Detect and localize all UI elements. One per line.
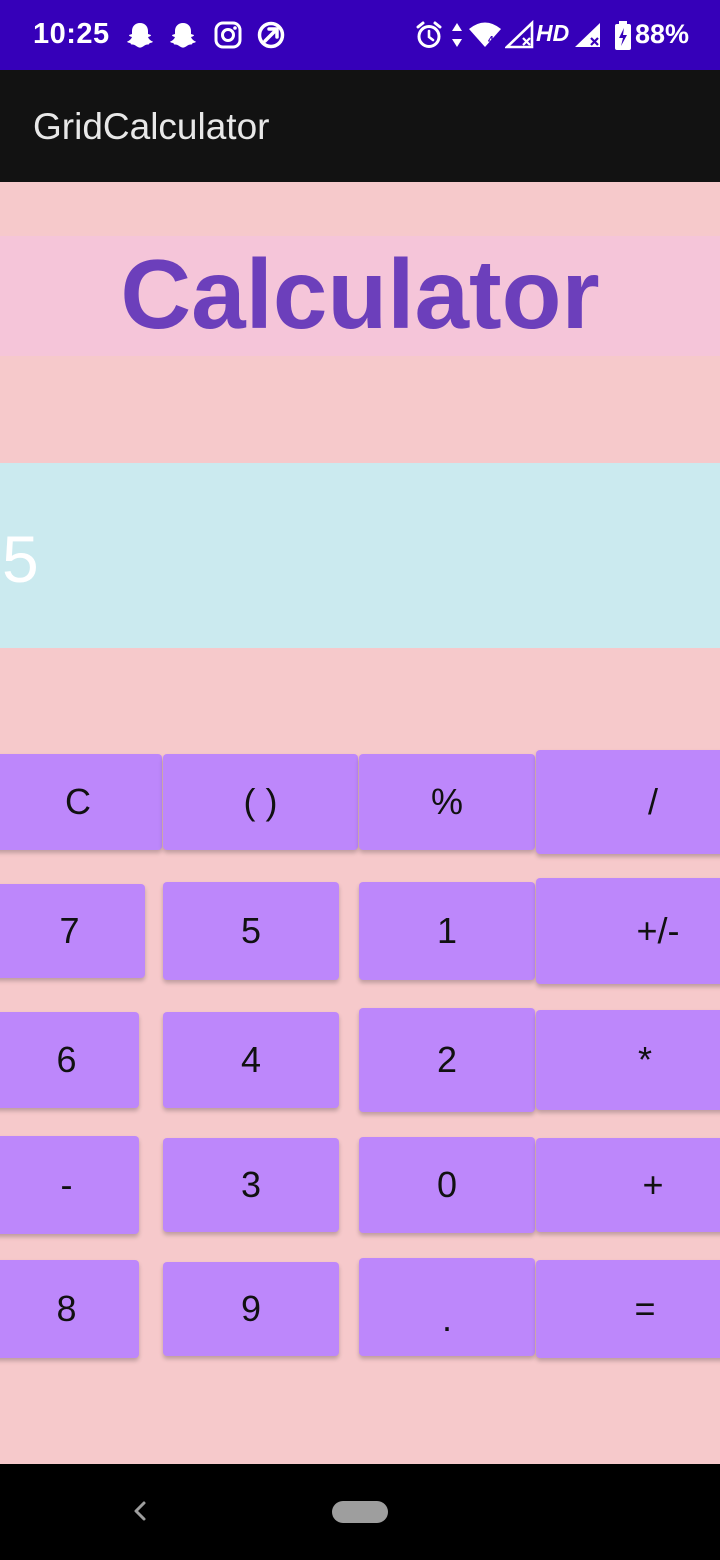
svg-text:4: 4 <box>488 35 494 46</box>
status-bar: 10:25 4 HD 88% <box>0 0 720 70</box>
signal-icon <box>573 20 603 50</box>
key-9[interactable]: 9 <box>163 1262 339 1356</box>
key-6[interactable]: 6 <box>0 1012 139 1108</box>
calculator-heading: Calculator <box>120 239 600 349</box>
snapchat-icon <box>168 20 198 50</box>
key-divide[interactable]: / <box>536 750 720 854</box>
key-5[interactable]: 5 <box>163 882 339 980</box>
app-bar: GridCalculator <box>0 70 720 182</box>
instagram-icon <box>213 20 243 50</box>
key-equals[interactable]: = <box>536 1260 720 1358</box>
home-pill-icon[interactable] <box>332 1501 388 1523</box>
title-band: Calculator <box>0 236 720 356</box>
key-4[interactable]: 4 <box>163 1012 339 1108</box>
key-multiply[interactable]: * <box>536 1010 720 1110</box>
signal-icon <box>503 19 535 50</box>
key-8[interactable]: 8 <box>0 1260 139 1358</box>
key-plus[interactable]: + <box>536 1138 720 1232</box>
key-7[interactable]: 7 <box>0 884 145 978</box>
key-percent[interactable]: % <box>359 754 535 850</box>
data-arrows-icon <box>450 20 464 50</box>
snapchat-icon <box>125 20 155 50</box>
key-parentheses[interactable]: ( ) <box>163 754 358 850</box>
key-3[interactable]: 3 <box>163 1138 339 1232</box>
battery-charging-icon <box>613 20 633 50</box>
status-time: 10:25 <box>33 18 110 50</box>
key-2[interactable]: 2 <box>359 1008 535 1112</box>
battery-percentage: 88% <box>635 19 690 49</box>
back-icon[interactable] <box>124 1488 154 1534</box>
key-minus[interactable]: - <box>0 1136 139 1234</box>
key-0[interactable]: 0 <box>359 1137 535 1233</box>
display-value: 5 <box>2 522 39 596</box>
app-title: GridCalculator <box>33 106 270 147</box>
key-1[interactable]: 1 <box>359 882 535 980</box>
key-plus-minus[interactable]: +/- <box>536 878 720 984</box>
network-type-label: HD <box>536 20 570 46</box>
key-decimal[interactable]: . <box>359 1258 535 1356</box>
key-clear[interactable]: C <box>0 754 162 850</box>
alarm-icon <box>414 20 444 50</box>
result-display: 5 <box>0 463 720 648</box>
data-saver-icon <box>256 20 286 50</box>
wifi-icon: 4 <box>468 20 502 50</box>
